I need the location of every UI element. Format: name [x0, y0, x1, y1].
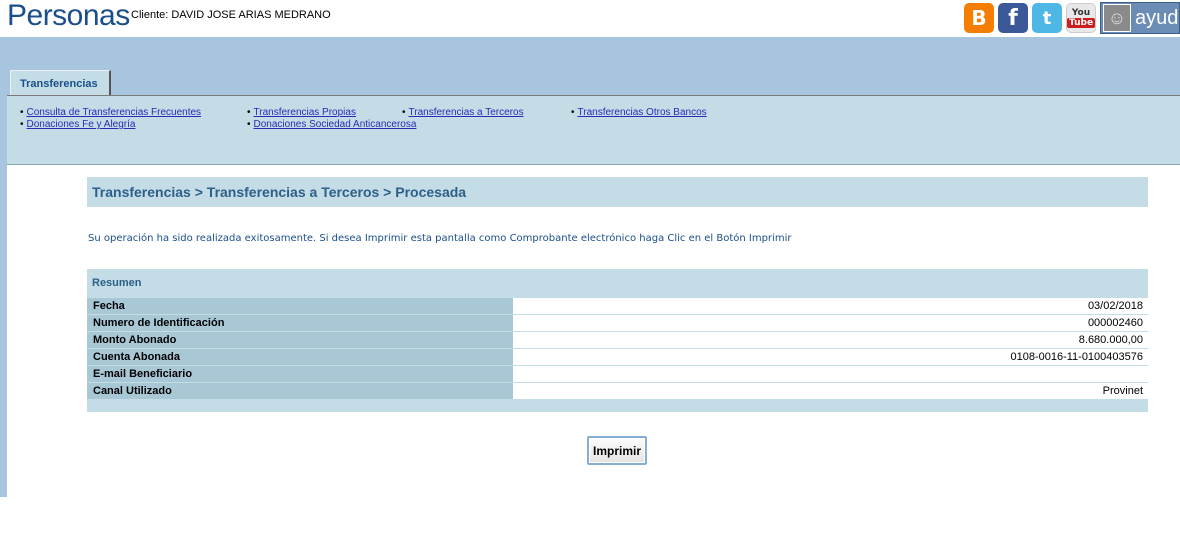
client-name: Cliente: DAVID JOSE ARIAS MEDRANO [131, 9, 331, 21]
row-label: Cuenta Abonada [87, 349, 513, 365]
menu-link-donaciones-fe-alegria[interactable]: • Donaciones Fe y Alegría [20, 119, 135, 130]
row-value: 0108-0016-11-0100403576 [513, 349, 1148, 365]
avatar-icon: ☺ [1103, 4, 1131, 32]
row-label: Fecha [87, 298, 513, 314]
summary-table: Fecha 03/02/2018 Numero de Identificació… [87, 298, 1148, 400]
row-value: 8.680.000,00 [513, 332, 1148, 348]
summary-panel: Resumen Fecha 03/02/2018 Numero de Ident… [87, 269, 1148, 412]
row-value: 000002460 [513, 315, 1148, 331]
menu-link-label: Donaciones Fe y Alegría [26, 119, 136, 130]
youtube-icon-tube: Tube [1066, 18, 1096, 28]
table-row: Canal Utilizado Provinet [87, 383, 1148, 400]
youtube-icon-text: You [1071, 8, 1091, 18]
table-row: Fecha 03/02/2018 [87, 298, 1148, 315]
table-row: Monto Abonado 8.680.000,00 [87, 332, 1148, 349]
brand-logo: Personas [7, 0, 130, 32]
table-row: E-mail Beneficiario [87, 366, 1148, 383]
row-label: Numero de Identificación [87, 315, 513, 331]
menu-link-label: Transferencias Otros Bancos [577, 107, 707, 118]
menu-link-donaciones-anticancerosa[interactable]: • Donaciones Sociedad Anticancerosa [247, 119, 416, 130]
tab-transferencias[interactable]: Transferencias [10, 70, 111, 96]
youtube-icon[interactable]: You Tube [1066, 3, 1096, 33]
help-button[interactable]: ☺ ayud [1100, 2, 1180, 34]
top-band [0, 37, 1180, 95]
success-message: Su operación ha sido realizada exitosame… [88, 233, 792, 244]
facebook-icon[interactable]: f [998, 3, 1028, 33]
menu-link-label: Consulta de Transferencias Frecuentes [26, 107, 202, 118]
social-links: B f t You Tube ☺ ayud [964, 2, 1180, 34]
row-value: 03/02/2018 [513, 298, 1148, 314]
submenu [7, 95, 1180, 165]
table-row: Cuenta Abonada 0108-0016-11-0100403576 [87, 349, 1148, 366]
twitter-icon[interactable]: t [1032, 3, 1062, 33]
row-label: E-mail Beneficiario [87, 366, 513, 382]
menu-link-label: Transferencias a Terceros [408, 107, 524, 118]
header: Personas Cliente: DAVID JOSE ARIAS MEDRA… [0, 0, 1180, 37]
menu-link-label: Donaciones Sociedad Anticancerosa [253, 119, 417, 130]
left-border [0, 37, 7, 497]
blogger-icon[interactable]: B [964, 3, 994, 33]
breadcrumb-text: Transferencias > Transferencias a Tercer… [92, 184, 467, 200]
table-row: Numero de Identificación 000002460 [87, 315, 1148, 332]
row-label: Canal Utilizado [87, 383, 513, 399]
breadcrumb: Transferencias > Transferencias a Tercer… [87, 177, 1148, 207]
menu-link-terceros[interactable]: • Transferencias a Terceros [402, 107, 524, 118]
row-value [513, 366, 1148, 382]
print-button[interactable]: Imprimir [587, 436, 647, 465]
menu-link-otros-bancos[interactable]: • Transferencias Otros Bancos [571, 107, 707, 118]
menu-link-propias[interactable]: • Transferencias Propias [247, 107, 356, 118]
row-label: Monto Abonado [87, 332, 513, 348]
menu-link-consulta-frecuentes[interactable]: • Consulta de Transferencias Frecuentes [20, 107, 201, 118]
summary-title: Resumen [92, 277, 142, 289]
menu-link-label: Transferencias Propias [253, 107, 356, 118]
tab-label: Transferencias [20, 78, 98, 90]
row-value: Provinet [513, 383, 1148, 399]
help-label: ayud [1135, 6, 1179, 29]
